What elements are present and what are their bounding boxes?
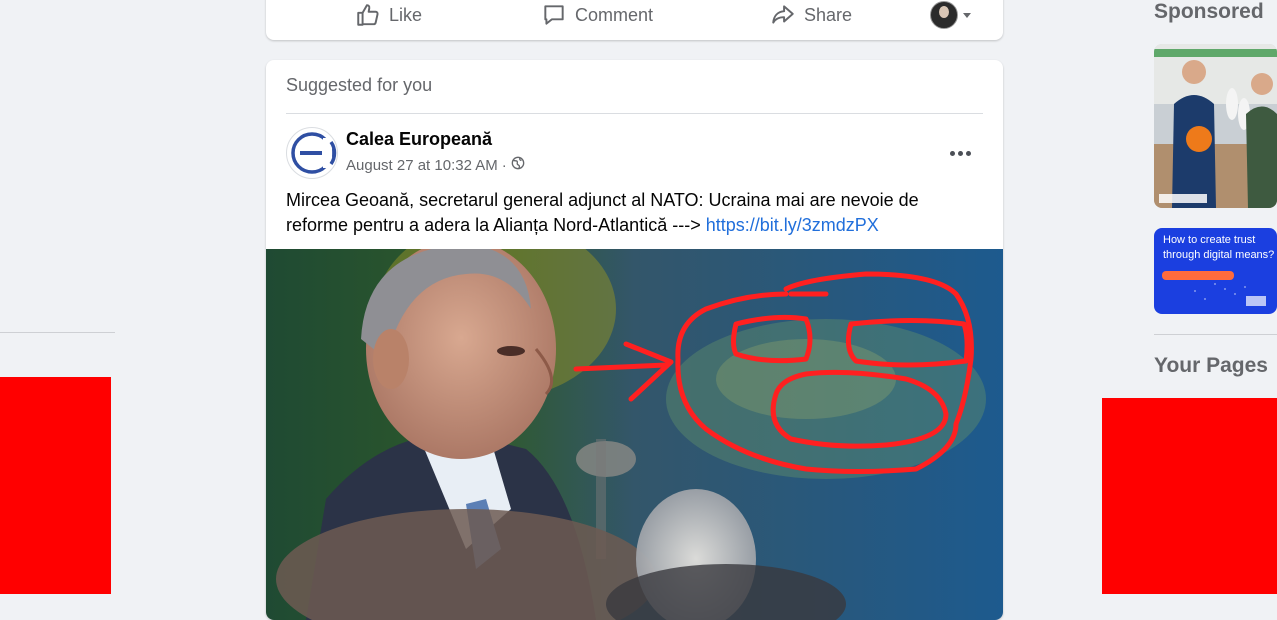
ad-photo-bowling (1154, 44, 1277, 208)
post-link[interactable]: https://bit.ly/3zmdzPX (706, 215, 879, 235)
comment-button[interactable]: Comment (541, 0, 653, 30)
post-options-button[interactable] (942, 138, 978, 168)
calea-europeana-logo-icon (291, 132, 337, 174)
previous-post-action-bar: Like Comment Share (266, 0, 1003, 40)
red-redaction-block-right (1102, 398, 1277, 594)
dot-icon (965, 150, 971, 156)
share-button[interactable]: Share (770, 0, 852, 30)
page-avatar[interactable] (286, 127, 338, 179)
comment-bubble-icon (541, 2, 567, 28)
your-pages-heading: Your Pages (1154, 354, 1268, 377)
post-photo[interactable] (266, 249, 1003, 620)
share-arrow-icon (770, 2, 796, 28)
photo-nato-speaker (266, 249, 1003, 620)
page-name-link[interactable]: Calea Europeană (346, 129, 492, 150)
meta-separator: · (501, 156, 507, 174)
dot-icon (957, 150, 963, 156)
like-label: Like (389, 4, 423, 25)
share-label: Share (804, 4, 853, 25)
thumbs-up-icon (355, 2, 381, 28)
globe-icon (511, 156, 525, 174)
comment-label: Comment (575, 4, 654, 25)
card-divider (286, 113, 983, 114)
red-redaction-block-left (0, 377, 111, 594)
user-avatar (930, 1, 958, 29)
like-button[interactable]: Like (355, 0, 422, 30)
post-timestamp[interactable]: August 27 at 10:32 AM (346, 157, 498, 174)
suggested-post-card: Suggested for you Calea Europeană August… (266, 60, 1003, 620)
reaction-as-selector[interactable] (930, 0, 972, 30)
sponsored-ad-image-1[interactable] (1154, 44, 1277, 208)
sponsored-ad-image-2[interactable]: How to create trust through digital mean… (1154, 228, 1277, 314)
post-text: Mircea Geoană, secretarul general adjunc… (286, 188, 976, 238)
left-divider (0, 332, 115, 333)
dot-icon (949, 150, 955, 156)
ad-graphic-digital-trust (1162, 271, 1266, 306)
post-meta: August 27 at 10:32 AM · (346, 156, 525, 174)
caret-down-icon (962, 10, 972, 20)
sponsored-heading: Sponsored (1154, 0, 1264, 23)
right-divider (1154, 334, 1277, 335)
suggested-for-you-label: Suggested for you (286, 75, 433, 95)
